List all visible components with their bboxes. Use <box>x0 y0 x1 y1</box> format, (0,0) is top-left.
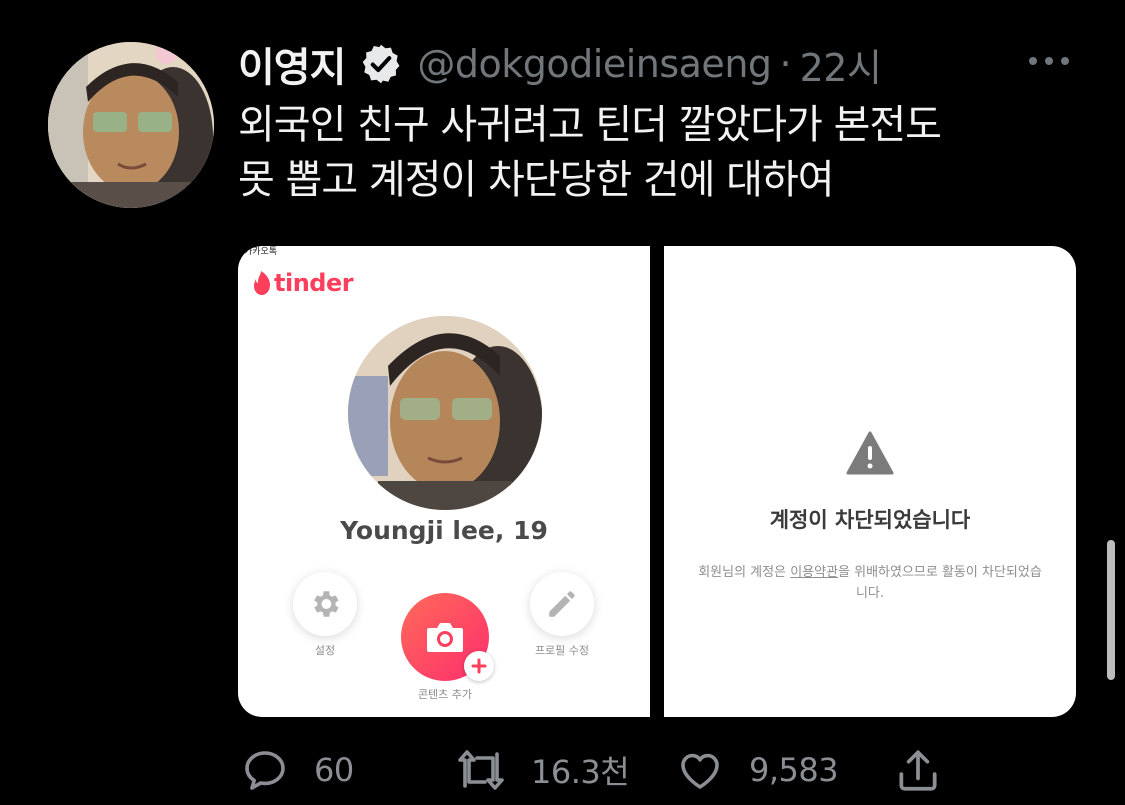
scrollbar[interactable] <box>1107 540 1115 680</box>
edit-profile-label: 프로필 수정 <box>534 644 590 657</box>
reply-button[interactable]: 60 <box>240 742 354 798</box>
blocked-title: 계정이 차단되었습니다 <box>769 508 971 532</box>
edit-profile-button[interactable] <box>530 572 594 636</box>
profile-name-age: Youngji lee, 19 <box>340 516 548 545</box>
tinder-wordmark: tinder <box>274 269 354 297</box>
tinder-logo: tinder <box>252 268 354 298</box>
settings-label: 설정 <box>314 644 336 657</box>
reply-count: 60 <box>314 751 354 789</box>
kakao-label: 카카오톡 <box>244 247 278 257</box>
media-image-account-blocked[interactable]: 계정이 차단되었습니다 회원님의 계정은 이용약관을 위배하였으므로 활동이 차… <box>664 246 1076 717</box>
blocked-message-end: 을 위배하였으므로 활동이 차단되었습니다. <box>838 565 1042 601</box>
plus-icon <box>471 658 487 674</box>
add-content-label: 콘텐츠 추가 <box>417 688 473 701</box>
avatar-photo <box>48 42 214 208</box>
handle[interactable]: @dokgodieinsaeng <box>417 42 772 86</box>
tweet-media[interactable]: 카카오톡 tinder Youngji lee, 19 설정 콘텐츠 추가 프로… <box>238 246 1076 717</box>
profile-photo <box>348 316 542 510</box>
retweet-icon <box>458 750 504 790</box>
reply-icon <box>245 751 285 790</box>
blocked-message-start: 회원님의 계정은 <box>698 565 791 580</box>
warning-icon <box>846 431 894 475</box>
share-button[interactable] <box>893 742 943 798</box>
tinder-flame-icon <box>254 271 270 295</box>
share-icon <box>899 750 937 791</box>
like-icon <box>681 753 719 789</box>
camera-icon <box>427 623 463 652</box>
retweet-count: 16.3천 <box>531 753 630 791</box>
terms-link[interactable]: 이용약관 <box>790 565 838 580</box>
profile-photo-image <box>348 316 542 510</box>
verified-badge-icon <box>363 44 400 84</box>
settings-button[interactable] <box>293 572 357 636</box>
more-icon[interactable] <box>1022 44 1076 78</box>
author-avatar[interactable] <box>48 42 214 208</box>
like-count: 9,583 <box>749 751 839 789</box>
retweet-button[interactable]: 16.3천 <box>455 742 630 798</box>
display-name[interactable]: 이영지 <box>238 35 346 93</box>
media-image-tinder-profile[interactable]: 카카오톡 tinder Youngji lee, 19 설정 콘텐츠 추가 프로… <box>238 246 650 717</box>
blocked-message: 회원님의 계정은 이용약관을 위배하였으므로 활동이 차단되었습니다. <box>694 562 1046 604</box>
tweet-header: 이영지 @dokgodieinsaeng · 22시 <box>238 34 882 94</box>
add-badge[interactable] <box>464 651 494 681</box>
like-button[interactable]: 9,583 <box>675 742 839 798</box>
tweet-text: 외국인 친구 사귀려고 틴더 깔았다가 본전도 못 뽑고 계정이 차단당한 건에… <box>238 102 942 203</box>
separator-dot: · <box>779 42 792 86</box>
timestamp[interactable]: 22시 <box>800 37 882 92</box>
gear-icon <box>314 591 339 617</box>
pencil-icon <box>549 591 575 617</box>
